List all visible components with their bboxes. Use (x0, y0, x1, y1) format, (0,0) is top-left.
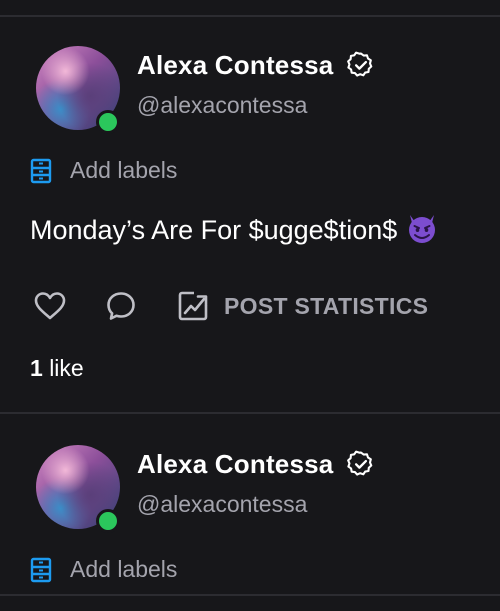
post-text: Monday’s Are For $ugge$tion$ (30, 211, 439, 246)
likes-count[interactable]: 1 like (30, 355, 84, 382)
statistics-icon (178, 291, 208, 321)
likes-label: like (49, 355, 84, 381)
add-labels-label: Add labels (70, 157, 178, 183)
author-name[interactable]: Alexa Contessa (137, 50, 333, 81)
top-divider (0, 15, 500, 17)
add-labels-button[interactable]: Add labels (30, 157, 177, 184)
smiling-devil-icon (409, 215, 436, 243)
add-labels-label: Add labels (70, 556, 178, 582)
post-statistics-label: POST STATISTICS (224, 292, 429, 319)
label-list-icon (30, 158, 52, 183)
post-body: Monday’s Are For $ugge$tion$ (30, 215, 398, 245)
add-labels-button[interactable]: Add labels (30, 556, 177, 583)
post-divider (0, 412, 500, 414)
author-handle[interactable]: @alexacontessa (137, 92, 307, 119)
author-handle[interactable]: @alexacontessa (137, 491, 307, 518)
bottom-divider (0, 594, 500, 596)
author-name[interactable]: Alexa Contessa (137, 449, 333, 480)
verified-badge-icon (347, 51, 373, 77)
online-status-dot (96, 509, 120, 533)
verified-badge-icon (347, 450, 373, 476)
heart-icon[interactable] (33, 289, 67, 323)
label-list-icon (30, 557, 52, 582)
online-status-dot (96, 110, 120, 134)
comment-icon[interactable] (104, 289, 138, 323)
likes-number: 1 (30, 355, 43, 381)
post-actions: POST STATISTICS (33, 289, 428, 323)
post-statistics-button[interactable]: POST STATISTICS (176, 289, 428, 323)
